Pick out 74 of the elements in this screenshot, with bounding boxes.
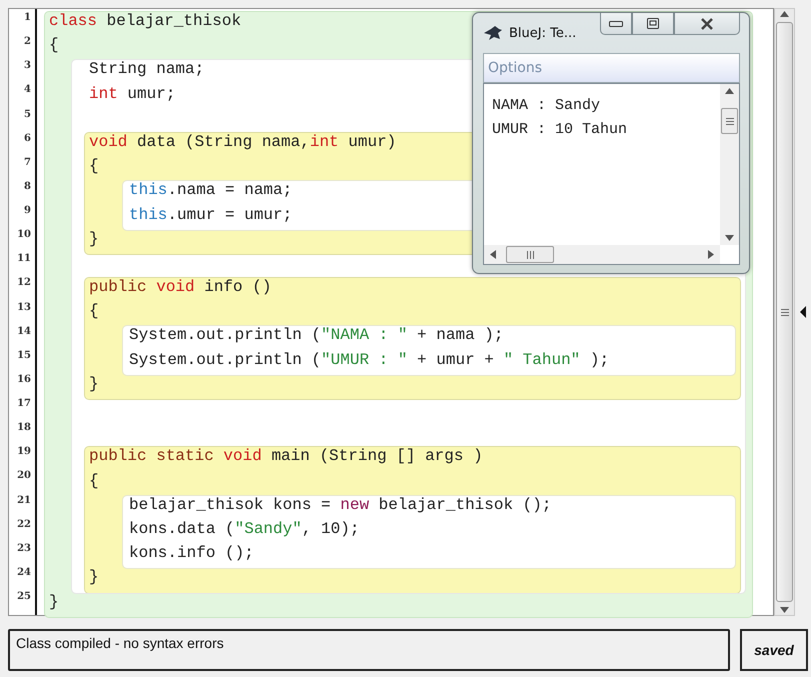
code-line: public static void main (String [] args ) — [89, 447, 483, 466]
line-number: 5 — [23, 108, 32, 122]
line-number: 9 — [23, 205, 32, 218]
line-number: 7 — [23, 156, 32, 170]
line-number: 23 — [16, 542, 32, 556]
code-line: class belajar_thisok — [49, 12, 242, 30]
line-number: 25 — [16, 591, 32, 604]
code-line: belajar_thisok kons = new belajar_thisok (); — [129, 496, 552, 514]
minimize-button[interactable] — [600, 13, 632, 35]
status-message: Class compiled - no syntax errors — [16, 635, 224, 651]
grip-icon — [780, 308, 788, 316]
grip-icon — [726, 118, 734, 124]
maximize-icon — [647, 18, 659, 29]
minimize-icon — [609, 20, 623, 26]
line-number: 18 — [16, 422, 32, 436]
line-number: 1 — [23, 12, 32, 25]
code-line: } — [89, 374, 99, 393]
vertical-scrollbar[interactable] — [720, 84, 739, 245]
code-line: { — [89, 157, 99, 176]
output-line: NAMA : Sandy — [492, 96, 602, 116]
scrollbar-thumb[interactable] — [776, 22, 793, 602]
scrollbar-thumb[interactable] — [506, 246, 554, 263]
line-number: 4 — [23, 84, 32, 98]
scroll-left-icon[interactable] — [490, 250, 496, 259]
line-number: 3 — [23, 60, 32, 74]
code-line: kons.data ("Sandy", 10); — [129, 520, 360, 538]
output-line: UMUR : 10 Tahun — [492, 120, 628, 140]
scroll-up-icon[interactable] — [725, 88, 734, 94]
line-number: 12 — [16, 277, 32, 290]
grip-icon — [526, 250, 534, 258]
code-line: public void info () — [89, 278, 272, 296]
line-number: 19 — [16, 446, 32, 460]
line-number: 21 — [16, 494, 32, 508]
code-line: String nama; — [89, 60, 204, 78]
line-number: 14 — [16, 326, 32, 339]
horizontal-scrollbar[interactable] — [484, 245, 720, 264]
close-button[interactable] — [674, 13, 740, 35]
window-title: BlueJ: Te... — [509, 26, 576, 40]
line-number: 15 — [16, 350, 32, 363]
scroll-down-icon[interactable] — [780, 607, 789, 613]
vertical-scrollbar[interactable] — [774, 8, 795, 616]
saved-button[interactable]: saved — [740, 629, 808, 671]
scroll-up-icon[interactable] — [780, 11, 789, 17]
scroll-right-icon[interactable] — [708, 250, 714, 259]
scroll-down-icon[interactable] — [725, 235, 734, 241]
code-line: } — [89, 230, 99, 248]
code-line: this.umur = umur; — [129, 206, 292, 224]
code-line: System.out.println ("UMUR : " + umur + " Tahun" ); — [129, 350, 610, 369]
bird-icon — [483, 25, 503, 41]
line-number: 16 — [16, 374, 32, 387]
code-line: this.nama = nama; — [129, 181, 292, 200]
line-number: 2 — [23, 36, 32, 50]
line-number: 17 — [16, 398, 32, 411]
collapse-arrow-icon[interactable] — [800, 306, 806, 318]
code-line: int umur; — [89, 84, 176, 103]
scrollbar-thumb[interactable] — [721, 108, 738, 134]
code-line: { — [89, 472, 99, 490]
code-line: } — [49, 592, 59, 610]
code-line: System.out.println ("NAMA : " + nama ); — [129, 326, 504, 344]
code-line: { — [49, 36, 59, 54]
line-number: 22 — [16, 518, 32, 532]
line-number: 13 — [16, 302, 32, 314]
line-number: 6 — [23, 132, 32, 146]
line-number: 8 — [23, 180, 32, 194]
line-number: 24 — [16, 566, 32, 580]
line-number: 11 — [16, 253, 32, 266]
code-line: } — [89, 568, 99, 586]
line-number: 20 — [16, 470, 32, 484]
code-line: kons.info (); — [129, 544, 254, 562]
maximize-button[interactable] — [632, 13, 674, 35]
code-line: void data (String nama,int umur) — [89, 132, 396, 151]
line-number: 10 — [16, 229, 32, 242]
code-line: { — [89, 302, 99, 320]
close-icon — [700, 18, 714, 30]
